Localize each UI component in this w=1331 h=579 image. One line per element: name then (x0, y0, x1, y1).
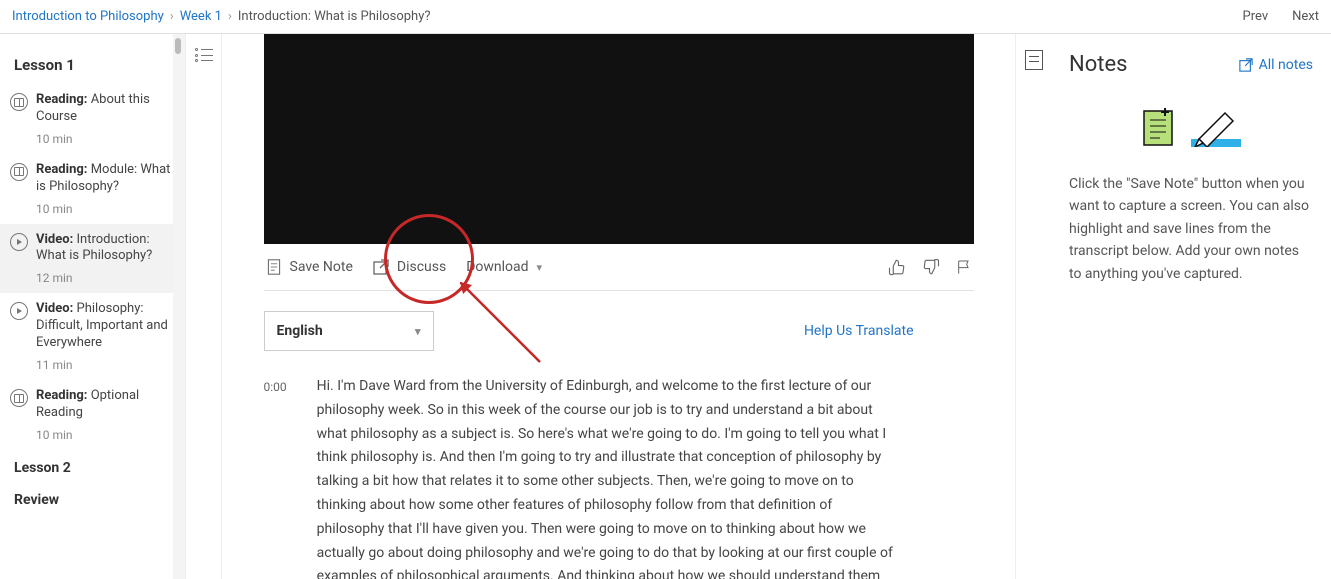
play-icon (10, 302, 28, 320)
sidebar-scrollbar[interactable] (173, 34, 185, 579)
transcript-body[interactable]: Hi. I'm Dave Ward from the University of… (317, 375, 897, 579)
sidebar-item-video-intro[interactable]: Video: Introduction: What is Philosophy? (0, 224, 185, 270)
chevron-down-icon: ▾ (415, 325, 421, 338)
sidebar-item-reading-module[interactable]: Reading: Module: What is Philosophy? (0, 154, 185, 200)
external-link-icon (1239, 58, 1253, 72)
notes-title: Notes (1069, 52, 1127, 77)
notes-illustration (1069, 105, 1313, 147)
language-select[interactable]: English ▾ (264, 311, 434, 351)
notes-toggle-rail (1015, 34, 1051, 579)
sidebar-item-reading-about[interactable]: Reading: About this Course (0, 84, 185, 130)
sidebar-item-label: Video: Introduction: What is Philosophy? (36, 232, 175, 266)
pencil-highlight-icon (1191, 105, 1241, 147)
main-content: Save Note Discuss Download ▾ (222, 34, 1015, 579)
reading-icon (10, 389, 28, 407)
sidebar-item-duration: 10 min (0, 426, 185, 450)
notes-panel: Notes All notes Click the "Save (1051, 34, 1331, 579)
language-row: English ▾ Help Us Translate (264, 311, 974, 351)
thumbs-down-icon[interactable] (922, 258, 940, 276)
lesson-1-heading: Lesson 1 (0, 42, 185, 84)
save-note-button[interactable]: Save Note (266, 259, 353, 275)
breadcrumb-course[interactable]: Introduction to Philosophy (12, 9, 164, 24)
sidebar-item-duration: 10 min (0, 130, 185, 154)
note-icon (266, 259, 282, 275)
sidebar-item-duration: 12 min (0, 269, 185, 293)
chevron-right-icon: › (228, 9, 232, 24)
lesson-sidebar: Lesson 1 Reading: About this Course 10 m… (0, 34, 186, 579)
transcript-timestamp[interactable]: 0:00 (264, 375, 287, 579)
sidebar-item-label: Video: Philosophy: Difficult, Important … (36, 301, 175, 352)
chevron-right-icon: › (170, 9, 174, 24)
nav-controls: Prev Next (1243, 9, 1319, 24)
list-toggle-icon[interactable] (195, 48, 213, 62)
feedback-controls (888, 258, 972, 276)
sidebar-item-duration: 11 min (0, 356, 185, 380)
flag-icon[interactable] (956, 258, 972, 276)
breadcrumb-week[interactable]: Week 1 (180, 9, 222, 24)
thumbs-up-icon[interactable] (888, 258, 906, 276)
sidebar-item-label: Reading: About this Course (36, 92, 175, 126)
transcript: 0:00 Hi. I'm Dave Ward from the Universi… (264, 375, 974, 579)
discuss-button[interactable]: Discuss (373, 259, 446, 275)
notes-toggle-icon[interactable] (1025, 50, 1043, 70)
video-toolbar: Save Note Discuss Download ▾ (264, 244, 974, 291)
video-player[interactable] (264, 34, 974, 244)
play-icon (10, 233, 28, 251)
external-link-icon (373, 259, 389, 275)
help-translate-link[interactable]: Help Us Translate (804, 323, 914, 339)
reading-icon (10, 163, 28, 181)
chevron-down-icon: ▾ (537, 261, 543, 274)
prev-button[interactable]: Prev (1243, 9, 1269, 24)
sidebar-item-reading-optional[interactable]: Reading: Optional Reading (0, 380, 185, 426)
breadcrumb: Introduction to Philosophy › Week 1 › In… (12, 9, 431, 24)
sidebar-item-label: Reading: Optional Reading (36, 388, 175, 422)
note-page-icon (1141, 105, 1177, 147)
sidebar-item-duration: 10 min (0, 200, 185, 224)
reading-icon (10, 93, 28, 111)
lesson-2-heading: Lesson 2 (0, 450, 185, 482)
next-button[interactable]: Next (1292, 9, 1319, 24)
review-heading: Review (0, 482, 185, 514)
sidebar-item-label: Reading: Module: What is Philosophy? (36, 162, 175, 196)
breadcrumb-bar: Introduction to Philosophy › Week 1 › In… (0, 0, 1331, 34)
download-button[interactable]: Download ▾ (466, 259, 542, 275)
all-notes-link[interactable]: All notes (1239, 57, 1313, 73)
sidebar-item-video-difficult[interactable]: Video: Philosophy: Difficult, Important … (0, 293, 185, 356)
notes-hint-text: Click the "Save Note" button when you wa… (1069, 173, 1313, 285)
sidebar-toggle-rail (186, 34, 222, 579)
breadcrumb-current: Introduction: What is Philosophy? (238, 9, 431, 24)
